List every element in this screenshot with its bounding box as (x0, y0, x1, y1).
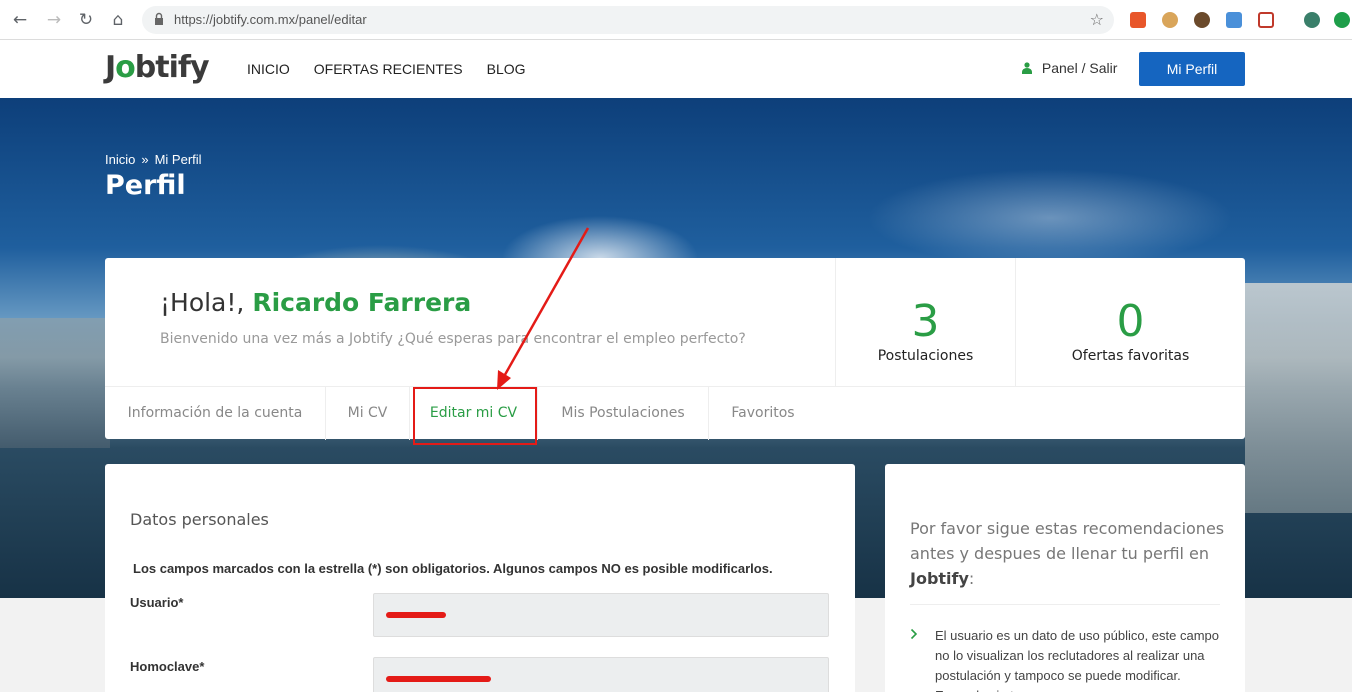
back-arrow-icon[interactable]: ← (10, 10, 30, 30)
mi-perfil-button[interactable]: Mi Perfil (1139, 52, 1245, 86)
hero-bridge-scenery (0, 318, 110, 448)
recommendations-panel: Por favor sigue estas recomendaciones an… (885, 464, 1245, 692)
hero-city-scenery (1245, 283, 1352, 513)
tab-favoritos[interactable]: Favoritos (709, 387, 817, 440)
extension-shield-icon[interactable] (1130, 12, 1146, 28)
user-icon (1022, 62, 1032, 74)
panel-salir-link[interactable]: Panel / Salir (1022, 60, 1117, 76)
usuario-label: Usuario* (130, 595, 184, 610)
chevron-right-icon (910, 628, 918, 640)
homoclave-input[interactable] (373, 657, 829, 692)
page-title: Perfil (105, 170, 186, 201)
usuario-input[interactable] (373, 593, 829, 637)
jobtify-logo[interactable]: Jobtify (105, 50, 210, 85)
tab-mis-postulaciones[interactable]: Mis Postulaciones (538, 387, 709, 440)
nav-blog[interactable]: BLOG (487, 61, 526, 77)
homoclave-label: Homoclave* (130, 659, 205, 674)
profile-avatar[interactable] (1304, 12, 1320, 28)
tab-informacion-cuenta[interactable]: Información de la cuenta (105, 387, 326, 440)
nav-inicio[interactable]: INICIO (247, 61, 290, 77)
profile-tabs: Información de la cuenta Mi CV Editar mi… (105, 386, 1245, 440)
redaction-mark (386, 676, 491, 682)
stat-postulaciones[interactable]: 3 Postulaciones (835, 258, 1015, 386)
recommendations-title: Por favor sigue estas recomendaciones an… (910, 519, 1225, 588)
greeting-hello: ¡Hola!, (160, 288, 245, 317)
recommendation-text: El usuario es un dato de uso público, es… (935, 628, 1220, 692)
welcome-message: Bienvenido una vez más a Jobtify ¿Qué es… (160, 331, 746, 347)
url-text: https://jobtify.com.mx/panel/editar (174, 12, 367, 27)
profile-card: ¡Hola!, Ricardo Farrera Bienvenido una v… (105, 258, 1245, 440)
breadcrumb-separator-icon: » (141, 152, 149, 167)
annotation-highlight-box (413, 387, 537, 445)
extension-tag-icon[interactable] (1258, 12, 1274, 28)
extension-cookie-dark-icon[interactable] (1194, 12, 1210, 28)
lock-icon (155, 12, 163, 25)
breadcrumb-home[interactable]: Inicio (105, 152, 135, 167)
main-nav: INICIO OFERTAS RECIENTES BLOG (247, 61, 526, 77)
personal-data-form: Datos personales Los campos marcados con… (105, 464, 855, 692)
form-title: Datos personales (130, 510, 269, 529)
nav-ofertas-recientes[interactable]: OFERTAS RECIENTES (314, 61, 463, 77)
tab-mi-cv[interactable]: Mi CV (326, 387, 410, 440)
stat-postulaciones-label: Postulaciones (877, 348, 974, 364)
browser-toolbar: ← → ↻ ⌂ https://jobtify.com.mx/panel/edi… (0, 0, 1352, 40)
recommendations-brand: Jobtify (910, 569, 969, 588)
panel-salir-label: Panel / Salir (1041, 60, 1118, 76)
extension-chat-icon[interactable] (1226, 12, 1242, 28)
breadcrumb: Inicio » Mi Perfil (105, 152, 202, 167)
bookmark-star-icon[interactable]: ☆ (1090, 10, 1104, 29)
stat-postulaciones-value: 3 (911, 296, 940, 347)
site-header: Jobtify INICIO OFERTAS RECIENTES BLOG Pa… (0, 40, 1352, 98)
stat-favoritas-value: 0 (1116, 296, 1145, 347)
redaction-mark (386, 612, 446, 618)
greeting: ¡Hola!, Ricardo Farrera (160, 288, 471, 317)
forward-arrow-icon[interactable]: → (44, 10, 64, 30)
user-name: Ricardo Farrera (252, 288, 472, 317)
extension-cookie-icon[interactable] (1162, 12, 1178, 28)
update-icon[interactable] (1334, 12, 1350, 28)
stat-ofertas-favoritas[interactable]: 0 Ofertas favoritas (1015, 258, 1245, 386)
form-required-note: Los campos marcados con la estrella (*) … (133, 561, 773, 576)
breadcrumb-current: Mi Perfil (154, 152, 202, 167)
stat-favoritas-label: Ofertas favoritas (1071, 348, 1190, 364)
divider (910, 604, 1220, 605)
address-bar[interactable]: https://jobtify.com.mx/panel/editar ☆ (142, 6, 1114, 34)
home-icon[interactable]: ⌂ (108, 10, 128, 30)
reload-icon[interactable]: ↻ (76, 10, 96, 30)
